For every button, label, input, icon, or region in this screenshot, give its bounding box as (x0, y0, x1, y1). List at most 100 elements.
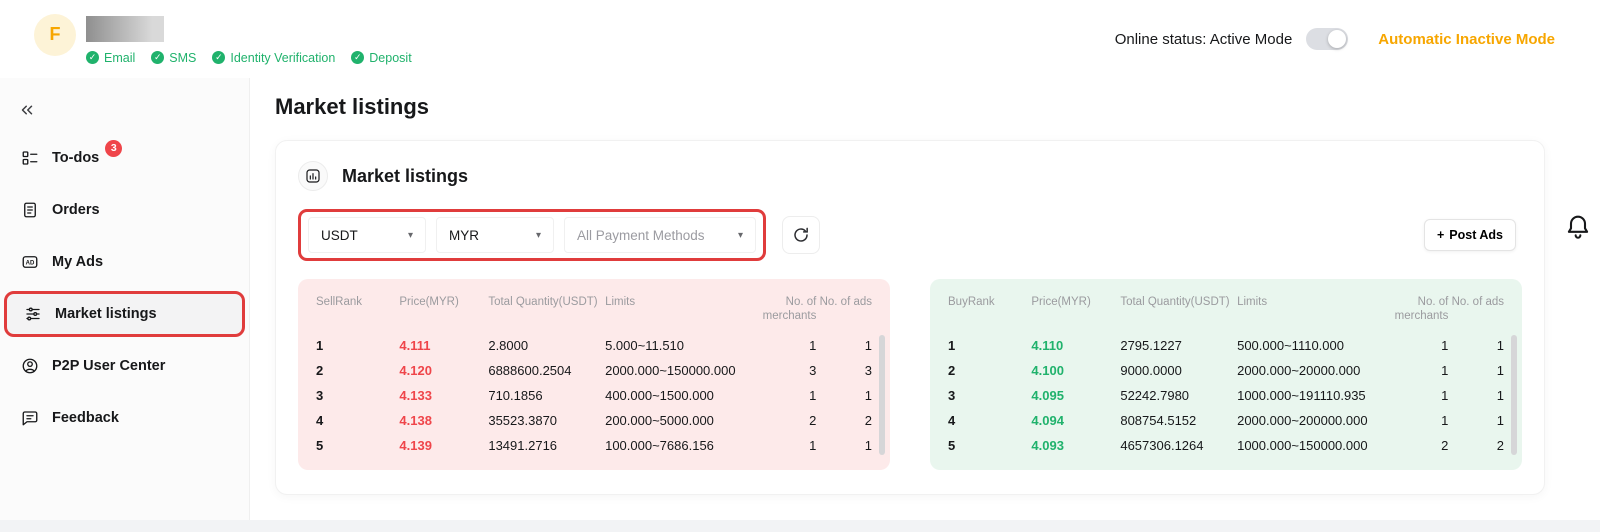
email-verified-badge: ✓Email (86, 51, 135, 65)
price-cell: 4.138 (399, 408, 488, 433)
limits-cell: 100.000~7686.156 (605, 433, 750, 458)
sidebar-item-todos[interactable]: To-dos 3 (0, 132, 249, 184)
limits-cell: 200.000~5000.000 (605, 408, 750, 433)
table-row[interactable]: 54.0934657306.12641000.000~150000.00022 (948, 433, 1504, 458)
qty-cell: 710.1856 (488, 383, 605, 408)
merchants-cell: 1 (1382, 408, 1449, 433)
merchants-cell: 2 (750, 408, 817, 433)
price-cell: 4.095 (1031, 383, 1120, 408)
column-header: No. of ads (1448, 293, 1504, 333)
table-row[interactable]: 44.094808754.51522000.000~200000.00011 (948, 408, 1504, 433)
ads-cell: 1 (816, 433, 872, 458)
asset-select[interactable]: USDT ▾ (308, 217, 426, 253)
rank-cell: 2 (948, 358, 1031, 383)
deposit-verified-badge: ✓Deposit (351, 51, 411, 65)
column-header: Price(MYR) (399, 293, 488, 333)
sell-listings-table: SellRank Price(MYR) Total Quantity(USDT)… (298, 279, 890, 470)
rank-cell: 5 (316, 433, 399, 458)
page-title: Market listings (275, 94, 1545, 120)
todo-list-icon (20, 148, 40, 168)
sell-table-header-row: SellRank Price(MYR) Total Quantity(USDT)… (316, 293, 872, 333)
chevron-down-icon: ▾ (738, 230, 743, 241)
sidebar: To-dos 3 Orders AD My Ads Market listing… (0, 78, 250, 520)
limits-cell: 1000.000~191110.935 (1237, 383, 1382, 408)
username-redacted (86, 16, 164, 42)
ads-cell: 1 (816, 383, 872, 408)
column-header: BuyRank (948, 293, 1031, 333)
column-header: No. of merchants (750, 293, 817, 333)
sidebar-item-feedback[interactable]: Feedback (0, 392, 249, 444)
table-row[interactable]: 54.13913491.2716100.000~7686.15611 (316, 433, 872, 458)
check-icon: ✓ (151, 51, 164, 64)
todo-count-badge: 3 (105, 140, 122, 157)
column-header: Limits (605, 293, 750, 333)
main-content: Market listings Market listings USDT ▾ M… (250, 78, 1600, 520)
price-cell: 4.139 (399, 433, 488, 458)
merchants-cell: 2 (1382, 433, 1449, 458)
limits-cell: 5.000~11.510 (605, 333, 750, 358)
sidebar-item-my-ads[interactable]: AD My Ads (0, 236, 249, 288)
rank-cell: 1 (948, 333, 1031, 358)
table-row[interactable]: 24.1009000.00002000.000~20000.00011 (948, 358, 1504, 383)
online-status-toggle[interactable] (1306, 28, 1348, 50)
sidebar-item-orders[interactable]: Orders (0, 184, 249, 236)
user-circle-icon (20, 356, 40, 376)
post-ads-button[interactable]: + Post Ads (1424, 219, 1516, 251)
limits-cell: 2000.000~150000.000 (605, 358, 750, 383)
collapse-sidebar-icon[interactable] (18, 100, 38, 120)
table-row[interactable]: 34.09552242.79801000.000~191110.93511 (948, 383, 1504, 408)
column-header: SellRank (316, 293, 399, 333)
sidebar-item-market-listings[interactable]: Market listings (4, 291, 245, 337)
price-cell: 4.094 (1031, 408, 1120, 433)
qty-cell: 35523.3870 (488, 408, 605, 433)
bar-chart-icon (298, 161, 328, 191)
online-status-label: Online status: Active Mode (1115, 31, 1293, 48)
ads-cell: 1 (1448, 358, 1504, 383)
price-cell: 4.093 (1031, 433, 1120, 458)
buy-table-scrollbar[interactable] (1511, 335, 1517, 455)
table-row[interactable]: 14.1102795.1227500.000~1110.00011 (948, 333, 1504, 358)
merchants-cell: 1 (750, 433, 817, 458)
notification-bell-icon[interactable] (1564, 212, 1592, 245)
profile-summary: F ✓Email ✓SMS ✓Identity Verification ✓De… (34, 14, 412, 65)
ads-cell: 2 (816, 408, 872, 433)
merchants-cell: 1 (1382, 358, 1449, 383)
qty-cell: 6888600.2504 (488, 358, 605, 383)
qty-cell: 2.8000 (488, 333, 605, 358)
column-header: Limits (1237, 293, 1382, 333)
toggle-knob (1328, 30, 1346, 48)
fiat-select[interactable]: MYR ▾ (436, 217, 554, 253)
price-cell: 4.133 (399, 383, 488, 408)
rank-cell: 4 (316, 408, 399, 433)
sell-table-scrollbar[interactable] (879, 335, 885, 455)
column-header: Total Quantity(USDT) (1120, 293, 1237, 333)
ads-cell: 1 (1448, 383, 1504, 408)
price-cell: 4.110 (1031, 333, 1120, 358)
badge-label: Email (104, 51, 135, 65)
ads-cell: 2 (1448, 433, 1504, 458)
sidebar-item-label: My Ads (52, 254, 103, 270)
post-ads-label: Post Ads (1449, 228, 1503, 242)
table-row[interactable]: 34.133710.1856400.000~1500.00011 (316, 383, 872, 408)
check-icon: ✓ (351, 51, 364, 64)
qty-cell: 9000.0000 (1120, 358, 1237, 383)
badge-label: SMS (169, 51, 196, 65)
table-row[interactable]: 14.1112.80005.000~11.51011 (316, 333, 872, 358)
column-header: No. of merchants (1382, 293, 1449, 333)
ads-cell: 3 (816, 358, 872, 383)
payment-methods-select[interactable]: All Payment Methods ▾ (564, 217, 756, 253)
qty-cell: 2795.1227 (1120, 333, 1237, 358)
refresh-button[interactable] (782, 216, 820, 254)
rank-cell: 1 (316, 333, 399, 358)
table-row[interactable]: 24.1206888600.25042000.000~150000.00033 (316, 358, 872, 383)
filter-row: USDT ▾ MYR ▾ All Payment Methods ▾ (298, 209, 1522, 261)
merchants-cell: 3 (750, 358, 817, 383)
column-header: Price(MYR) (1031, 293, 1120, 333)
chevron-down-icon: ▾ (536, 230, 541, 241)
avatar[interactable]: F (34, 14, 76, 56)
sidebar-item-p2p-user-center[interactable]: P2P User Center (0, 340, 249, 392)
buy-table-header-row: BuyRank Price(MYR) Total Quantity(USDT) … (948, 293, 1504, 333)
table-row[interactable]: 44.13835523.3870200.000~5000.00022 (316, 408, 872, 433)
ads-cell: 1 (1448, 408, 1504, 433)
automatic-inactive-mode-link[interactable]: Automatic Inactive Mode (1378, 31, 1555, 48)
